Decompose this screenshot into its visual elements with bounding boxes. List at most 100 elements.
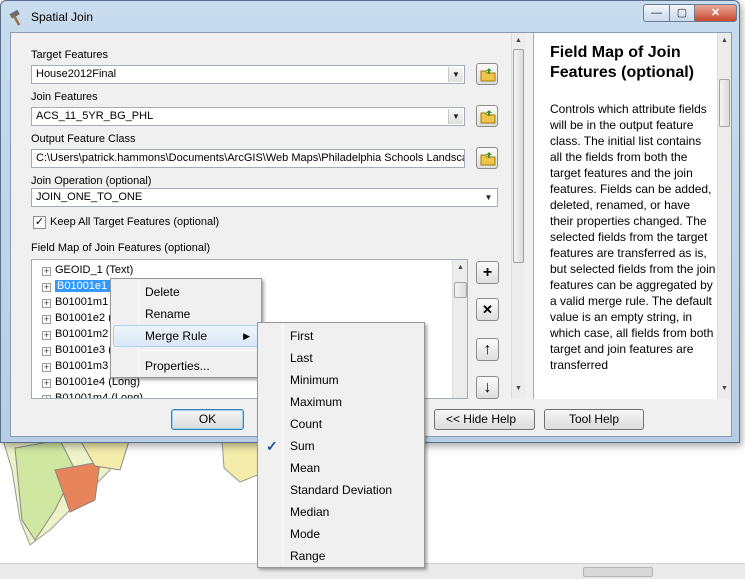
folder-icon xyxy=(480,110,496,124)
field-label: GEOID_1 (Text) xyxy=(55,264,134,276)
merge-rule-median[interactable]: Median xyxy=(260,501,422,523)
expand-icon[interactable]: + xyxy=(42,363,51,372)
menu-item-label: Range xyxy=(290,549,326,563)
menu-item-label: Properties... xyxy=(145,359,210,373)
ok-button[interactable]: OK xyxy=(171,409,244,430)
field-label: B01001m2 ( xyxy=(55,328,115,340)
add-field-button[interactable]: + xyxy=(476,261,499,284)
merge-rule-mean[interactable]: Mean xyxy=(260,457,422,479)
scrollbar-thumb[interactable] xyxy=(583,567,653,577)
menu-item-label: Rename xyxy=(145,307,191,321)
move-down-button[interactable]: ↓ xyxy=(476,376,499,399)
join-features-combo[interactable]: ACS_11_5YR_BG_PHL ▼ xyxy=(31,107,465,126)
field-row[interactable]: + B01001m4 (Long) xyxy=(32,390,144,399)
merge-rule-maximum[interactable]: Maximum xyxy=(260,391,422,413)
delete-field-button[interactable]: ✕ xyxy=(476,298,499,321)
field-label: B01001e2 ( xyxy=(55,312,112,324)
title-bar[interactable]: Spatial Join — ▢ ✕ xyxy=(1,1,739,33)
output-feature-class-input[interactable]: C:\Users\patrick.hammons\Documents\ArcGI… xyxy=(31,149,465,168)
expand-icon[interactable]: + xyxy=(42,395,51,398)
join-features-value: ACS_11_5YR_BG_PHL xyxy=(36,110,154,122)
menu-item-label: Mode xyxy=(290,527,321,541)
tool-help-button[interactable]: Tool Help xyxy=(544,409,644,430)
scroll-down-arrow-icon[interactable]: ▼ xyxy=(512,381,525,396)
scrollbar-thumb[interactable] xyxy=(454,282,467,298)
join-operation-select[interactable]: JOIN_ONE_TO_ONE ▼ xyxy=(31,188,498,207)
scroll-up-arrow-icon[interactable]: ▲ xyxy=(512,33,525,48)
menu-item-label: Delete xyxy=(145,285,180,299)
checkmark-icon: ✓ xyxy=(266,438,278,454)
expand-icon[interactable]: + xyxy=(42,331,51,340)
menu-item-properties[interactable]: Properties... xyxy=(113,355,259,377)
merge-rule-minimum[interactable]: Minimum xyxy=(260,369,422,391)
keep-all-checkbox[interactable]: ✓ xyxy=(33,216,46,229)
maximize-button[interactable]: ▢ xyxy=(669,4,695,22)
help-panel: Field Map of Join Features (optional) Co… xyxy=(533,33,731,399)
field-row[interactable]: + B01001m2 ( xyxy=(32,326,115,342)
field-label: B01001e3 ( xyxy=(55,344,112,356)
move-up-button[interactable]: ↑ xyxy=(476,338,499,361)
field-context-menu: Delete Rename Merge Rule ▶ Properties... xyxy=(110,278,262,378)
field-row[interactable]: + B01001e1 ( xyxy=(32,278,116,294)
menu-separator xyxy=(141,350,258,351)
target-features-combo[interactable]: House2012Final ▼ xyxy=(31,65,465,84)
folder-icon xyxy=(480,152,496,166)
dropdown-arrow-icon[interactable]: ▼ xyxy=(481,190,496,205)
field-label: B01001m4 (Long) xyxy=(55,392,144,399)
menu-item-label: Minimum xyxy=(290,373,339,387)
field-label: B01001m3 ( xyxy=(55,360,115,372)
field-map-scrollbar[interactable]: ▲ xyxy=(452,260,467,398)
menu-item-label: Standard Deviation xyxy=(290,483,393,497)
scroll-up-arrow-icon[interactable]: ▲ xyxy=(453,260,467,275)
folder-icon xyxy=(480,68,496,82)
merge-rule-sum[interactable]: ✓ Sum xyxy=(260,435,422,457)
scroll-up-arrow-icon[interactable]: ▲ xyxy=(718,33,731,48)
expand-icon[interactable]: + xyxy=(42,347,51,356)
output-feature-class-value: C:\Users\patrick.hammons\Documents\ArcGI… xyxy=(36,152,465,164)
menu-item-rename[interactable]: Rename xyxy=(113,303,259,325)
scrollbar-thumb[interactable] xyxy=(513,49,524,263)
minimize-button[interactable]: — xyxy=(643,4,670,22)
expand-icon[interactable]: + xyxy=(42,315,51,324)
menu-item-label: First xyxy=(290,329,314,343)
field-row[interactable]: + B01001m3 ( xyxy=(32,358,115,374)
menu-item-delete[interactable]: Delete xyxy=(113,281,259,303)
menu-item-label: Count xyxy=(290,417,323,431)
keep-all-label: Keep All Target Features (optional) xyxy=(50,216,220,228)
field-row[interactable]: + GEOID_1 (Text) xyxy=(32,262,133,278)
hide-help-button[interactable]: << Hide Help xyxy=(434,409,535,430)
field-label: B01001e1 ( xyxy=(55,280,116,292)
expand-icon[interactable]: + xyxy=(42,283,51,292)
expand-icon[interactable]: + xyxy=(42,379,51,388)
scrollbar-thumb[interactable] xyxy=(719,79,730,127)
menu-item-label: Median xyxy=(290,505,330,519)
window-title: Spatial Join xyxy=(31,10,94,24)
target-features-value: House2012Final xyxy=(36,68,117,80)
dropdown-arrow-icon[interactable]: ▼ xyxy=(448,67,463,82)
merge-rule-first[interactable]: First xyxy=(260,325,422,347)
menu-item-label: Merge Rule xyxy=(145,329,208,343)
merge-rule-standard-deviation[interactable]: Standard Deviation xyxy=(260,479,422,501)
field-row[interactable]: + B01001m1 ( xyxy=(32,294,115,310)
menu-item-merge-rule[interactable]: Merge Rule ▶ xyxy=(113,325,259,347)
field-row[interactable]: + B01001e3 ( xyxy=(32,342,112,358)
menu-item-label: Last xyxy=(290,351,313,365)
browse-join-button[interactable] xyxy=(476,105,498,127)
merge-rule-range[interactable]: Range xyxy=(260,545,422,567)
scroll-down-arrow-icon[interactable]: ▼ xyxy=(718,381,731,396)
expand-icon[interactable]: + xyxy=(42,267,51,276)
field-map-label: Field Map of Join Features (optional) xyxy=(31,242,211,254)
merge-rule-count[interactable]: Count xyxy=(260,413,422,435)
merge-rule-last[interactable]: Last xyxy=(260,347,422,369)
join-operation-label: Join Operation (optional) xyxy=(31,175,152,187)
browse-target-button[interactable] xyxy=(476,63,498,85)
parameters-scrollbar[interactable]: ▲ ▼ xyxy=(511,33,525,399)
help-scrollbar[interactable]: ▲ ▼ xyxy=(717,33,731,399)
field-label: B01001m1 ( xyxy=(55,296,115,308)
close-button[interactable]: ✕ xyxy=(694,4,737,22)
merge-rule-mode[interactable]: Mode xyxy=(260,523,422,545)
dropdown-arrow-icon[interactable]: ▼ xyxy=(448,109,463,124)
expand-icon[interactable]: + xyxy=(42,299,51,308)
field-row[interactable]: + B01001e2 ( xyxy=(32,310,112,326)
browse-output-button[interactable] xyxy=(476,147,498,169)
